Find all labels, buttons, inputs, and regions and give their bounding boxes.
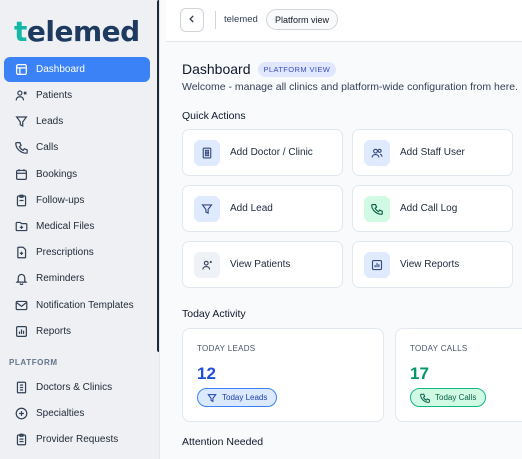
- sidebar-item-bookings[interactable]: Bookings: [4, 162, 150, 186]
- stat-value: 12: [197, 364, 216, 383]
- page-subtitle: Welcome - manage all clinics and platfor…: [182, 81, 518, 93]
- top-header: telemed Platform view: [166, 0, 522, 42]
- pill-label: Today Leads: [222, 393, 268, 402]
- sidebar-item-label: Bookings: [36, 168, 78, 180]
- sidebar-item-dashboard[interactable]: Dashboard: [4, 57, 150, 82]
- quick-action-label: Add Call Log: [400, 203, 458, 214]
- today-calls-pill[interactable]: Today Calls: [410, 388, 487, 407]
- platform-nav: Doctors & Clinics Specialties Provider R…: [4, 375, 150, 454]
- stat-label: TODAY LEADS: [197, 344, 256, 353]
- logo-text: elemed: [26, 14, 140, 48]
- quick-action-label: View Patients: [230, 259, 291, 270]
- today-activity-title: Today Activity: [182, 308, 246, 320]
- dashboard-icon: [14, 63, 28, 77]
- pill-label: Today Calls: [435, 393, 477, 402]
- phone-icon: [14, 141, 28, 155]
- header-divider: [215, 11, 216, 29]
- funnel-icon: [194, 195, 220, 222]
- page-title: Dashboard: [182, 61, 251, 77]
- sidebar-item-label: Reports: [36, 325, 72, 337]
- sidebar-item-specialties[interactable]: Specialties: [4, 401, 150, 425]
- sidebar-scrollbar[interactable]: [157, 0, 159, 352]
- funnel-icon: [207, 393, 217, 403]
- sidebar-item-label: Specialties: [36, 407, 85, 419]
- sidebar-item-label: Dashboard: [36, 64, 85, 75]
- sidebar-item-label: Patients: [36, 90, 73, 101]
- phone-icon: [364, 195, 390, 222]
- sidebar-item-notification-templates[interactable]: Notification Templates: [4, 293, 150, 317]
- chart-icon: [364, 251, 390, 278]
- main-nav: Dashboard Patients Leads Calls Bookings …: [4, 57, 150, 345]
- calendar-icon: [14, 167, 28, 181]
- sidebar-item-follow-ups[interactable]: Follow-ups: [4, 188, 150, 212]
- add-doctor-clinic-button[interactable]: Add Doctor / Clinic: [182, 129, 343, 176]
- phone-icon: [420, 393, 430, 403]
- breadcrumb[interactable]: telemed: [224, 14, 258, 25]
- clipboard-icon: [14, 193, 28, 207]
- sidebar-item-label: Prescriptions: [36, 247, 94, 259]
- quick-action-label: Add Doctor / Clinic: [230, 147, 313, 158]
- prescription-icon: [14, 246, 28, 260]
- chevron-left-icon: [187, 11, 197, 29]
- today-leads-card: TODAY LEADS 12 Today Leads: [182, 328, 384, 422]
- sidebar: telemed Dashboard Patients Leads Calls B…: [0, 0, 160, 459]
- title-row: Dashboard PLATFORM VIEW: [182, 61, 337, 77]
- plus-circle-icon: [14, 406, 28, 420]
- view-patients-button[interactable]: View Patients: [182, 241, 343, 288]
- logo-accent-letter: t: [14, 14, 27, 48]
- funnel-icon: [14, 115, 28, 129]
- attention-needed-title: Attention Needed: [182, 436, 264, 448]
- stat-label: TODAY CALLS: [410, 344, 468, 353]
- patients-icon: [14, 89, 28, 103]
- sidebar-item-patients[interactable]: Patients: [4, 84, 150, 108]
- today-calls-card: TODAY CALLS 17 Today Calls: [395, 328, 522, 422]
- platform-section-label: PLATFORM: [9, 358, 58, 367]
- quick-action-label: Add Lead: [230, 203, 273, 214]
- sidebar-item-label: Reminders: [36, 273, 85, 285]
- today-leads-pill[interactable]: Today Leads: [197, 388, 278, 407]
- sidebar-item-label: Notification Templates: [36, 299, 134, 311]
- clipboard-list-icon: [14, 432, 28, 446]
- folder-icon: [14, 219, 28, 233]
- stat-value: 17: [410, 364, 429, 383]
- add-call-log-button[interactable]: Add Call Log: [352, 185, 513, 232]
- add-lead-button[interactable]: Add Lead: [182, 185, 343, 232]
- add-staff-user-button[interactable]: Add Staff User: [352, 129, 513, 176]
- quick-actions-title: Quick Actions: [182, 110, 246, 122]
- sidebar-item-medical-files[interactable]: Medical Files: [4, 214, 150, 238]
- sidebar-item-calls[interactable]: Calls: [4, 136, 150, 160]
- sidebar-item-prescriptions[interactable]: Prescriptions: [4, 241, 150, 265]
- view-reports-button[interactable]: View Reports: [352, 241, 513, 288]
- quick-action-label: Add Staff User: [400, 147, 465, 158]
- sidebar-item-provider-requests[interactable]: Provider Requests: [4, 427, 150, 451]
- building-icon: [14, 380, 28, 394]
- mail-icon: [14, 298, 28, 312]
- sidebar-item-doctors-clinics[interactable]: Doctors & Clinics: [4, 375, 150, 399]
- users-icon: [364, 139, 390, 166]
- sidebar-item-label: Leads: [36, 116, 64, 128]
- quick-action-label: View Reports: [400, 259, 460, 270]
- bell-icon: [14, 272, 28, 286]
- sidebar-item-label: Provider Requests: [36, 433, 119, 445]
- sidebar-item-label: Doctors & Clinics: [36, 381, 113, 393]
- sidebar-item-leads[interactable]: Leads: [4, 110, 150, 134]
- sidebar-item-reminders[interactable]: Reminders: [4, 267, 150, 291]
- telemed-logo[interactable]: telemed: [14, 14, 140, 48]
- chart-icon: [14, 324, 28, 338]
- sidebar-item-label: Follow-ups: [36, 194, 85, 206]
- sidebar-item-label: Calls: [36, 142, 59, 154]
- sidebar-item-label: Medical Files: [36, 220, 95, 232]
- sidebar-item-reports[interactable]: Reports: [4, 319, 150, 343]
- patient-icon: [194, 251, 220, 278]
- view-pill: Platform view: [266, 9, 339, 30]
- main-content: Dashboard PLATFORM VIEW Welcome - manage…: [166, 43, 522, 459]
- platform-view-badge: PLATFORM VIEW: [257, 61, 337, 77]
- back-button[interactable]: [180, 8, 204, 32]
- building-icon: [194, 139, 220, 166]
